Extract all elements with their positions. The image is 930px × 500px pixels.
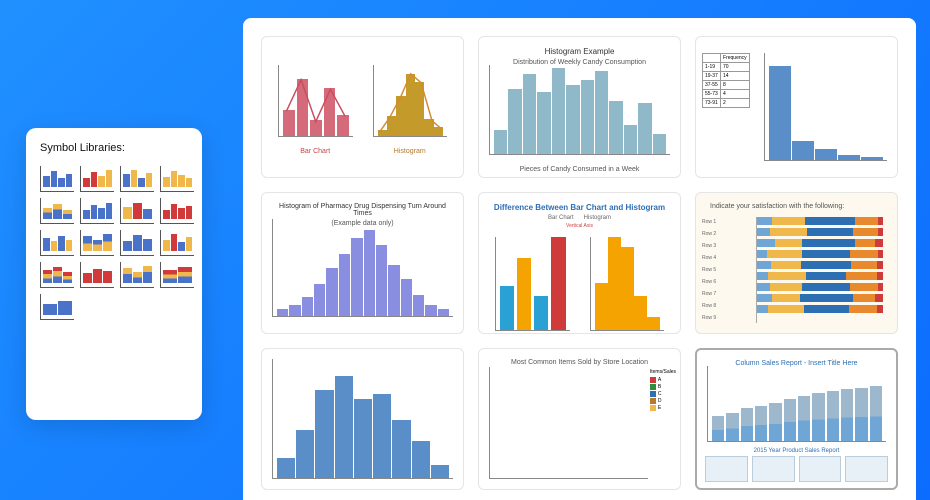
sidebar-title: Symbol Libraries: [40, 142, 188, 154]
card6-stacked [756, 217, 883, 323]
thumb-3[interactable] [120, 166, 154, 192]
thumb-9[interactable] [40, 230, 74, 256]
thumb-13[interactable] [40, 262, 74, 288]
template-card-7[interactable] [261, 348, 464, 490]
card-grid: Bar Chart Histogram Histogram Example Di… [261, 36, 898, 490]
thumbnail-grid [40, 166, 188, 320]
card8-legend: Items/Sales ABCDE [650, 369, 676, 412]
card9-subpanels [705, 456, 888, 482]
template-card-8[interactable]: Most Common Items Sold by Store Location… [478, 348, 681, 490]
template-card-4[interactable]: Histogram of Pharmacy Drug Dispensing Tu… [261, 192, 464, 334]
thumb-2[interactable] [80, 166, 114, 192]
thumb-6[interactable] [80, 198, 114, 224]
card6-title: Indicate your satisfaction with the foll… [706, 203, 887, 210]
thumb-1[interactable] [40, 166, 74, 192]
thumb-16[interactable] [160, 262, 194, 288]
card9-sub: 2015 Year Product Sales Report [697, 448, 896, 454]
thumb-4[interactable] [160, 166, 194, 192]
card2-xlabel: Pieces of Candy Consumed in a Week [479, 166, 680, 173]
thumb-12[interactable] [160, 230, 194, 256]
card1-hist-label: Histogram [367, 148, 454, 155]
card4-title: Histogram of Pharmacy Drug Dispensing Tu… [272, 203, 453, 217]
symbol-libraries-panel: Symbol Libraries: [26, 128, 202, 420]
template-card-2[interactable]: Histogram Example Distribution of Weekly… [478, 36, 681, 178]
thumb-17[interactable] [40, 294, 74, 320]
thumb-15[interactable] [120, 262, 154, 288]
card2-title: Histogram Example [489, 47, 670, 56]
template-gallery: Bar Chart Histogram Histogram Example Di… [243, 18, 916, 500]
template-card-6[interactable]: Indicate your satisfaction with the foll… [695, 192, 898, 334]
thumb-14[interactable] [80, 262, 114, 288]
card6-row-labels: Row 1Row 2Row 3Row 4Row 5Row 6Row 7Row 8… [702, 217, 754, 323]
thumb-8[interactable] [160, 198, 194, 224]
template-card-5[interactable]: Difference Between Bar Chart and Histogr… [478, 192, 681, 334]
template-card-1[interactable]: Bar Chart Histogram [261, 36, 464, 178]
thumb-5[interactable] [40, 198, 74, 224]
card1-hist-mini: Histogram [367, 47, 454, 167]
card3-freq-table: Frequency 1-197019-371437-55855-73473-91… [702, 53, 750, 108]
thumb-11[interactable] [120, 230, 154, 256]
template-card-9[interactable]: Column Sales Report - Insert Title Here … [695, 348, 898, 490]
card8-title: Most Common Items Sold by Store Location [489, 359, 670, 366]
thumb-7[interactable] [120, 198, 154, 224]
thumb-10[interactable] [80, 230, 114, 256]
card5-title: Difference Between Bar Chart and Histogr… [489, 203, 670, 212]
card1-bar-label: Bar Chart [272, 148, 359, 155]
card1-bar-mini: Bar Chart [272, 47, 359, 167]
template-card-3[interactable]: Frequency 1-197019-371437-55855-73473-91… [695, 36, 898, 178]
